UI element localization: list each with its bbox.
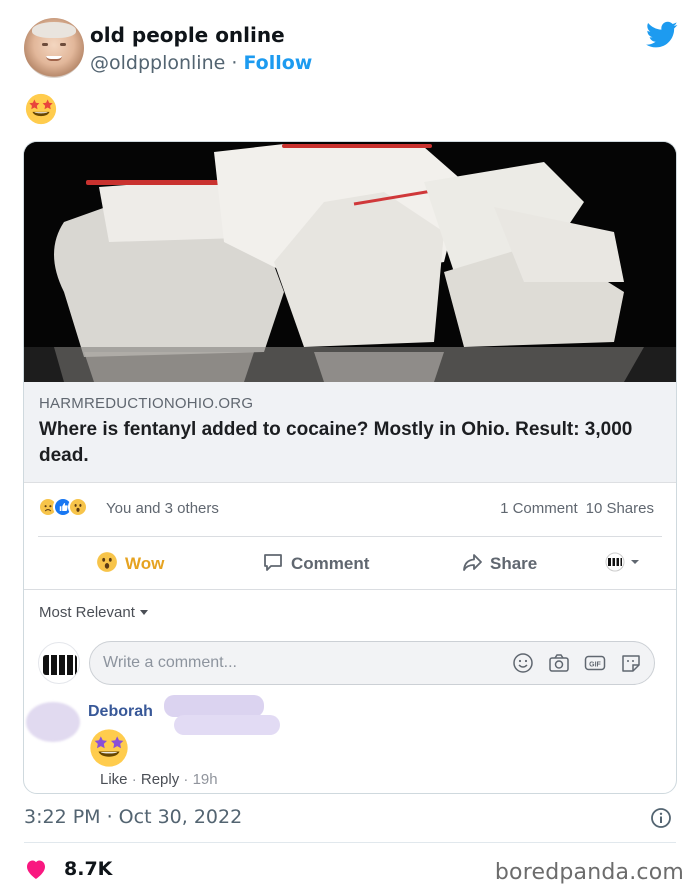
redacted-surname (174, 715, 280, 735)
comment-age[interactable]: 19h (193, 771, 218, 788)
meta-dot: · (131, 771, 137, 788)
link-preview-image[interactable] (24, 142, 677, 382)
wow-reaction-button[interactable]: Wow (96, 551, 164, 574)
author-handle[interactable]: @oldpplonline (90, 52, 225, 74)
comment-input[interactable]: Write a comment... GIF (89, 641, 655, 685)
meta-dot: · (183, 771, 189, 788)
handle-separator: · (231, 52, 238, 74)
wow-label: Wow (125, 554, 165, 573)
share-arrow-icon (463, 554, 482, 571)
sort-label: Most Relevant (39, 604, 135, 621)
link-domain: HARMREDUCTIONOHIO.ORG (39, 395, 254, 412)
avatar-eye (60, 43, 66, 46)
follow-button[interactable]: Follow (243, 52, 312, 74)
redacted-surname (164, 695, 264, 717)
link-headline[interactable]: Where is fentanyl added to cocaine? Most… (39, 417, 649, 469)
avatar-eye (42, 43, 48, 46)
page-selector-icon[interactable] (605, 552, 645, 572)
comment-count-link[interactable]: 1 Comment (500, 500, 578, 517)
caret-down-icon (139, 610, 148, 615)
comment-meta: Like · Reply · 19h (100, 771, 218, 788)
reactions-summary[interactable]: You and 3 others (106, 500, 219, 517)
comment-input-tools: GIF (512, 652, 642, 676)
comment-label: Comment (291, 554, 370, 573)
divider (24, 842, 676, 843)
comment-reply-link[interactable]: Reply (141, 771, 179, 788)
embedded-facebook-post[interactable]: HARMREDUCTIONOHIO.ORG Where is fentanyl … (23, 141, 677, 794)
avatar-hair (32, 22, 76, 38)
sticker-icon[interactable] (620, 652, 642, 674)
comment-input-placeholder: Write a comment... (103, 654, 237, 671)
link-preview-box[interactable]: HARMREDUCTIONOHIO.ORG Where is fentanyl … (24, 382, 676, 483)
commenter-name[interactable]: Deborah (88, 703, 153, 721)
current-user-avatar[interactable] (38, 642, 80, 684)
heart-icon[interactable] (24, 858, 48, 880)
gif-icon[interactable]: GIF (584, 652, 606, 674)
tweet-header: old people online @oldpplonline · Follow (24, 18, 684, 80)
comment-like-link[interactable]: Like (100, 771, 128, 788)
comment-button[interactable]: Comment (262, 551, 369, 574)
share-button[interactable]: Share (461, 551, 537, 574)
tweet-timestamp[interactable]: 3:22 PM · Oct 30, 2022 (24, 806, 242, 828)
author-avatar[interactable] (24, 18, 84, 78)
twitter-bird-icon[interactable] (646, 21, 678, 49)
divider (24, 589, 676, 590)
share-count-link[interactable]: 10 Shares (586, 500, 654, 517)
star-struck-emoji-icon (90, 729, 128, 767)
avatar-mouth (46, 56, 62, 61)
wow-face-icon (97, 552, 117, 572)
boredpanda-watermark: boredpanda.com (494, 860, 684, 885)
author-name[interactable]: old people online (90, 23, 285, 47)
comment-bubble-icon (264, 554, 282, 571)
wow-reaction-icon (68, 497, 88, 517)
share-label: Share (490, 554, 538, 573)
svg-text:GIF: GIF (589, 662, 601, 669)
post-action-bar: Wow Comment Share (38, 537, 662, 589)
star-struck-emoji-icon (25, 93, 57, 125)
avatar-logo (43, 655, 77, 675)
author-handle-row: @oldpplonline · Follow (90, 52, 312, 74)
camera-icon[interactable] (548, 652, 570, 674)
like-count[interactable]: 8.7K (64, 858, 112, 880)
engagement-counts: 1 Comment 10 Shares (500, 500, 654, 517)
comment-sort-dropdown[interactable]: Most Relevant (39, 604, 148, 621)
info-icon[interactable] (650, 807, 672, 829)
emoji-picker-icon[interactable] (512, 652, 534, 674)
commenter-avatar[interactable] (26, 702, 80, 742)
